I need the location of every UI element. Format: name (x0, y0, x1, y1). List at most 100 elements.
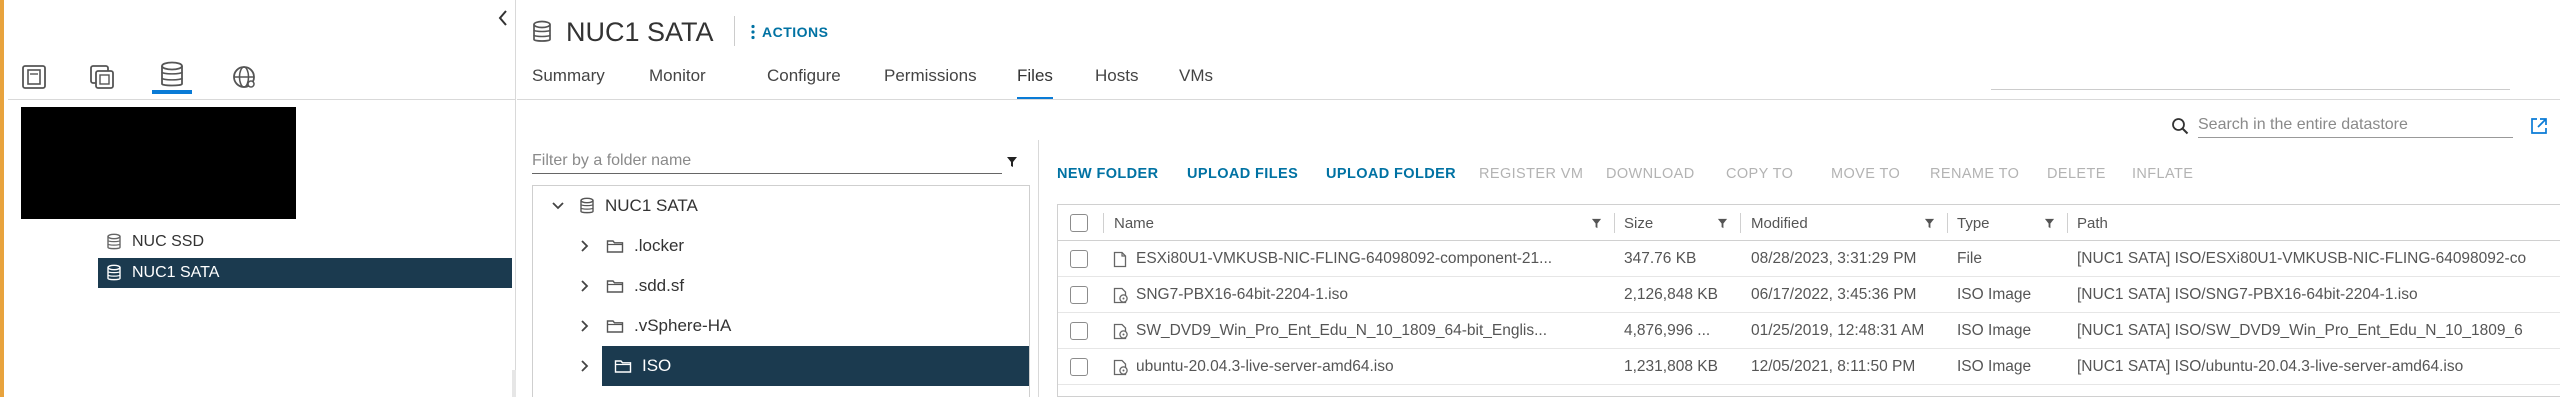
cell-type: ISO Image (1957, 286, 2032, 303)
row-checkbox[interactable] (1070, 322, 1088, 340)
navigator-scrollbar[interactable] (512, 370, 516, 397)
chevron-down-icon[interactable] (549, 201, 567, 211)
folder-item-label: ISO (642, 356, 672, 375)
upload-folder-button[interactable]: UPLOAD FOLDER (1326, 166, 1456, 182)
tab-permissions[interactable]: Permissions (884, 60, 977, 100)
tree-item-label: NUC1 SATA (132, 264, 220, 281)
column-separator[interactable] (2067, 213, 2068, 233)
row-checkbox[interactable] (1070, 286, 1088, 304)
filter-icon[interactable] (1591, 218, 1602, 229)
chevron-left-icon (498, 10, 507, 26)
column-separator[interactable] (1947, 213, 1948, 233)
filter-icon[interactable] (1006, 156, 1018, 168)
cell-name: SNG7-PBX16-64bit-2204-1.iso (1136, 286, 1348, 303)
top-right-field (1991, 52, 2510, 90)
folder-icon (606, 278, 624, 294)
folder-item-iso[interactable]: ISO (602, 346, 1029, 386)
column-header-type[interactable]: Type (1957, 205, 1990, 241)
folder-filter-input[interactable] (532, 148, 1002, 174)
navigator-panel: NUC SSD NUC1 SATA (4, 0, 516, 397)
column-separator[interactable] (1740, 213, 1741, 233)
datastore-search (2171, 110, 2560, 142)
delete-button[interactable]: DELETE (2047, 166, 2106, 182)
cell-modified: 06/17/2022, 3:45:36 PM (1751, 286, 1917, 303)
folder-tree: NUC1 SATA .locker .sdd.sf .vSphere-HA IS… (532, 185, 1030, 397)
storage-tab[interactable] (152, 60, 192, 94)
tab-label: Summary (532, 66, 605, 85)
vertical-ellipsis-icon (751, 24, 755, 40)
pane-splitter[interactable] (1038, 140, 1039, 397)
cell-name: ubuntu-20.04.3-live-server-amd64.iso (1136, 358, 1394, 375)
tab-vms[interactable]: VMs (1179, 60, 1213, 100)
table-row[interactable]: ubuntu-20.04.3-live-server-amd64.iso 1,2… (1058, 349, 2560, 385)
navigator-divider (8, 99, 516, 100)
inflate-button[interactable]: INFLATE (2132, 166, 2193, 182)
folder-item-locker[interactable]: .locker (573, 226, 1029, 266)
table-header: Name Size Modified Type Path (1058, 205, 2560, 241)
storage-view-icon (161, 61, 183, 87)
select-all-checkbox[interactable] (1070, 214, 1088, 232)
folder-item-vsphere-ha[interactable]: .vSphere-HA (573, 306, 1029, 346)
folder-tree-root-label: NUC1 SATA (605, 196, 698, 215)
folder-item-sdd-sf[interactable]: .sdd.sf (573, 266, 1029, 306)
filter-icon[interactable] (1717, 218, 1728, 229)
tab-files[interactable]: Files (1017, 60, 1053, 100)
column-header-path[interactable]: Path (2077, 205, 2108, 241)
column-header-size[interactable]: Size (1624, 205, 1653, 241)
cell-size: 1,231,808 KB (1624, 358, 1718, 375)
table-row[interactable]: SW_DVD9_Win_Pro_Ent_Edu_N_10_1809_64-bit… (1058, 313, 2560, 349)
column-separator[interactable] (1614, 213, 1615, 233)
chevron-right-icon[interactable] (576, 359, 594, 373)
actions-menu-button[interactable]: ACTIONS (750, 20, 829, 44)
copy-to-button[interactable]: COPY TO (1726, 166, 1793, 182)
cell-name: ESXi80U1-VMKUSB-NIC-FLING-64098092-compo… (1136, 250, 1553, 267)
move-to-button[interactable]: MOVE TO (1831, 166, 1900, 182)
iso-image-icon (1113, 287, 1128, 304)
chevron-right-icon[interactable] (576, 279, 594, 293)
tab-label: VMs (1179, 66, 1213, 85)
datastore-icon (532, 20, 552, 44)
hosts-and-clusters-tab[interactable] (14, 60, 54, 94)
chevron-right-icon[interactable] (576, 319, 594, 333)
filter-icon[interactable] (1924, 218, 1935, 229)
vms-and-templates-tab[interactable] (82, 60, 122, 94)
networking-tab[interactable] (224, 60, 264, 94)
column-header-modified[interactable]: Modified (1751, 205, 1808, 241)
tab-label: Permissions (884, 66, 977, 85)
folder-tree-root[interactable]: NUC1 SATA (533, 186, 1029, 226)
rename-to-button[interactable]: RENAME TO (1930, 166, 2019, 182)
filter-icon[interactable] (2044, 218, 2055, 229)
tab-hosts[interactable]: Hosts (1095, 60, 1138, 100)
tab-configure[interactable]: Configure (767, 60, 841, 100)
folder-icon (614, 358, 632, 374)
main-content: NUC1 SATA ACTIONS Summary Monitor Config… (517, 0, 2560, 397)
register-vm-button[interactable]: REGISTER VM (1479, 166, 1583, 182)
tree-item-nuc1-sata[interactable]: NUC1 SATA (98, 258, 512, 288)
tab-monitor[interactable]: Monitor (649, 60, 706, 100)
tree-item-nuc-ssd[interactable]: NUC SSD (98, 227, 512, 257)
new-folder-button[interactable]: NEW FOLDER (1057, 166, 1158, 182)
cell-path: [NUC1 SATA] ISO/SNG7-PBX16-64bit-2204-1.… (2077, 286, 2418, 303)
collapse-navigator-button[interactable] (492, 6, 514, 30)
cell-path: [NUC1 SATA] ISO/ESXi80U1-VMKUSB-NIC-FLIN… (2077, 250, 2527, 267)
tree-item-label: NUC SSD (132, 233, 205, 250)
column-header-name[interactable]: Name (1114, 205, 1154, 241)
download-button[interactable]: DOWNLOAD (1606, 166, 1695, 182)
datastore-icon (579, 197, 595, 215)
open-in-new-icon[interactable] (2529, 116, 2549, 136)
file-icon (1113, 251, 1127, 268)
tab-label: Monitor (649, 66, 706, 85)
tab-summary[interactable]: Summary (532, 60, 605, 100)
upload-files-button[interactable]: UPLOAD FILES (1187, 166, 1298, 182)
cell-size: 347.76 KB (1624, 250, 1697, 267)
vms-and-templates-view-icon (90, 65, 114, 89)
row-checkbox[interactable] (1070, 358, 1088, 376)
tabs-divider (517, 99, 2560, 100)
table-row[interactable]: SNG7-PBX16-64bit-2204-1.iso 2,126,848 KB… (1058, 277, 2560, 313)
row-checkbox[interactable] (1070, 250, 1088, 268)
page-title: NUC1 SATA (532, 14, 714, 50)
table-row[interactable]: ESXi80U1-VMKUSB-NIC-FLING-64098092-compo… (1058, 241, 2560, 277)
chevron-right-icon[interactable] (576, 239, 594, 253)
folder-item-iso-row[interactable]: ISO (573, 346, 1029, 386)
datastore-search-input[interactable] (2198, 112, 2513, 138)
